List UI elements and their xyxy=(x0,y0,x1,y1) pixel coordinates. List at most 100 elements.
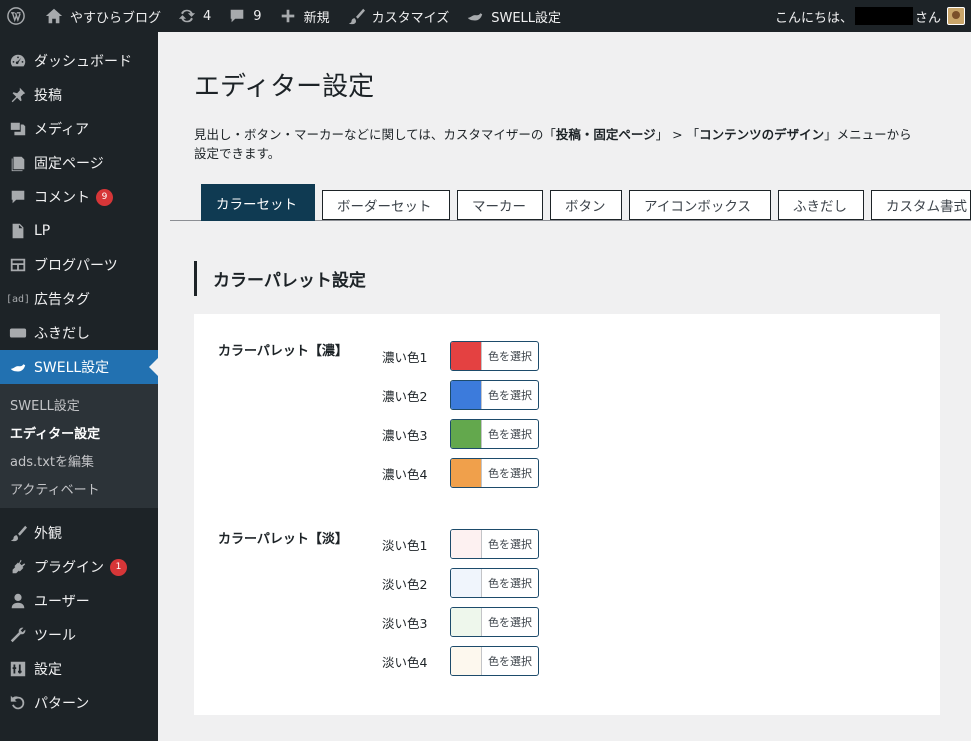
sidebar-item-label: プラグイン xyxy=(34,560,104,576)
color-row-light-2: 淡い色2 色を選択 xyxy=(382,568,539,598)
my-account[interactable]: こんにちは、 さん xyxy=(775,0,971,32)
submenu-ads-txt[interactable]: ads.txtを編集 xyxy=(0,446,158,474)
color-swatch xyxy=(451,569,482,597)
page-title: エディター設定 xyxy=(194,72,375,102)
pick-color-label: 色を選択 xyxy=(488,350,532,363)
sidebar-item-top-9[interactable]: SWELL設定 xyxy=(0,350,158,384)
color-label: 濃い色1 xyxy=(382,349,428,365)
swell-submenu: SWELL設定 エディター設定 ads.txtを編集 アクティベート xyxy=(0,384,158,508)
tab-marker[interactable]: マーカー xyxy=(457,190,543,220)
page-icon xyxy=(8,153,28,173)
admin-sidebar: ダッシュボード 投稿 メディア 固定ページ コメント 9 LP ブログパーツ [ad] 広告タグふ… xyxy=(0,32,158,741)
color-label: 淡い色2 xyxy=(382,576,428,592)
section-title: カラーパレット設定 xyxy=(194,261,366,296)
admin-bar: やすひらブログ 4 9 新規 カスタマイズ SWELL設定 こんにちは、 さん xyxy=(0,0,971,32)
sidebar-item-top-3[interactable]: 固定ページ xyxy=(0,146,158,180)
swell-settings-link[interactable]: SWELL設定 xyxy=(457,0,569,32)
updates-count: 4 xyxy=(203,8,212,24)
page-description: 見出し・ボタン・マーカーなどに関しては、カスタマイザーの「投稿・固定ページ」 >… xyxy=(194,125,954,163)
color-row-dark-2: 濃い色2 色を選択 xyxy=(382,380,539,410)
pick-color-label: 色を選択 xyxy=(488,538,532,551)
sidebar-item-top-6[interactable]: ブログパーツ xyxy=(0,248,158,282)
sidebar-item-label: ユーザー xyxy=(34,594,90,610)
sidebar-item-top-0[interactable]: ダッシュボード xyxy=(0,44,158,78)
submenu-activate[interactable]: アクティベート xyxy=(0,474,158,502)
updates-link[interactable]: 4 xyxy=(169,0,219,32)
color-picker-button[interactable]: 色を選択 xyxy=(450,341,539,371)
sidebar-item-top-2[interactable]: メディア xyxy=(0,112,158,146)
color-picker-button[interactable]: 色を選択 xyxy=(450,529,539,559)
document-icon xyxy=(8,221,28,241)
comment-bubble-icon xyxy=(227,6,247,26)
color-row-light-3: 淡い色3 色を選択 xyxy=(382,607,539,637)
color-swatch xyxy=(451,608,482,636)
sidebar-item-label: 広告タグ xyxy=(34,292,90,308)
pick-color-label: 色を選択 xyxy=(488,389,532,402)
sidebar-item-bottom-0[interactable]: 外観 xyxy=(0,516,158,550)
sidebar-item-label: ダッシュボード xyxy=(34,54,132,70)
wordpress-icon xyxy=(6,6,26,26)
light-palette-label: カラーパレット【淡】 xyxy=(218,532,348,547)
description-text-2: 」 > 「 xyxy=(655,127,700,142)
plus-icon xyxy=(278,6,298,26)
bubble-icon xyxy=(8,323,28,343)
swell-icon xyxy=(8,357,28,377)
site-name: やすひらブログ xyxy=(70,10,162,26)
color-picker-button[interactable]: 色を選択 xyxy=(450,607,539,637)
swell-icon xyxy=(465,6,485,26)
color-picker-button[interactable]: 色を選択 xyxy=(450,380,539,410)
sidebar-item-bottom-2[interactable]: ユーザー xyxy=(0,584,158,618)
tab-border-set[interactable]: ボーダーセット xyxy=(322,190,450,220)
comments-link[interactable]: 9 xyxy=(219,0,269,32)
customize-link[interactable]: カスタマイズ xyxy=(338,0,458,32)
sidebar-item-top-8[interactable]: ふきだし xyxy=(0,316,158,350)
pick-color-label: 色を選択 xyxy=(488,428,532,441)
sidebar-item-bottom-1[interactable]: プラグイン 1 xyxy=(0,550,158,584)
color-row-dark-1: 濃い色1 色を選択 xyxy=(382,341,539,371)
sidebar-item-bottom-4[interactable]: 設定 xyxy=(0,652,158,686)
tab-color-set[interactable]: カラーセット xyxy=(201,184,315,221)
comments-count: 9 xyxy=(253,8,262,24)
sidebar-item-label: ツール xyxy=(34,628,76,644)
new-label: 新規 xyxy=(303,10,330,26)
sidebar-item-label: ブログパーツ xyxy=(34,258,118,274)
description-text-3: 」メニューから xyxy=(824,127,912,142)
user-icon xyxy=(8,591,28,611)
sidebar-item-bottom-3[interactable]: ツール xyxy=(0,618,158,652)
sidebar-item-label: コメント xyxy=(34,190,90,206)
new-content-link[interactable]: 新規 xyxy=(270,0,338,32)
site-name-link[interactable]: やすひらブログ xyxy=(36,0,169,32)
color-label: 淡い色4 xyxy=(382,654,428,670)
greeting-text: こんにちは、 xyxy=(774,10,853,26)
description-bold-1: 投稿・固定ページ xyxy=(555,127,656,142)
color-picker-button[interactable]: 色を選択 xyxy=(450,419,539,449)
swell-label: SWELL設定 xyxy=(491,10,562,26)
sidebar-item-top-4[interactable]: コメント 9 xyxy=(0,180,158,214)
sidebar-item-top-7[interactable]: [ad] 広告タグ xyxy=(0,282,158,316)
sidebar-item-top-1[interactable]: 投稿 xyxy=(0,78,158,112)
brush-icon xyxy=(8,523,28,543)
color-label: 濃い色3 xyxy=(382,427,428,443)
sidebar-item-top-5[interactable]: LP xyxy=(0,214,158,248)
description-text-4: 設定できます。 xyxy=(194,146,281,161)
tab-button[interactable]: ボタン xyxy=(550,190,622,220)
submenu-editor-settings[interactable]: エディター設定 xyxy=(0,418,158,446)
tab-icon-box[interactable]: アイコンボックス xyxy=(629,190,771,220)
tab-fukidashi[interactable]: ふきだし xyxy=(778,190,864,220)
color-picker-button[interactable]: 色を選択 xyxy=(450,568,539,598)
color-swatch xyxy=(451,381,482,409)
sidebar-item-label: パターン xyxy=(34,696,90,712)
color-picker-button[interactable]: 色を選択 xyxy=(450,646,539,676)
color-picker-button[interactable]: 色を選択 xyxy=(450,458,539,488)
count-badge: 1 xyxy=(110,558,127,576)
ad-icon: [ad] xyxy=(6,289,30,309)
tab-custom-format[interactable]: カスタム書式 xyxy=(871,190,971,220)
wordpress-logo[interactable] xyxy=(0,0,36,32)
avatar xyxy=(947,7,965,25)
sidebar-item-bottom-5[interactable]: パターン xyxy=(0,686,158,720)
main-content: エディター設定 見出し・ボタン・マーカーなどに関しては、カスタマイザーの「投稿・… xyxy=(158,32,971,741)
submenu-swell-settings[interactable]: SWELL設定 xyxy=(0,390,158,418)
home-icon xyxy=(44,6,64,26)
count-badge: 9 xyxy=(96,188,113,206)
color-row-dark-4: 濃い色4 色を選択 xyxy=(382,458,539,488)
